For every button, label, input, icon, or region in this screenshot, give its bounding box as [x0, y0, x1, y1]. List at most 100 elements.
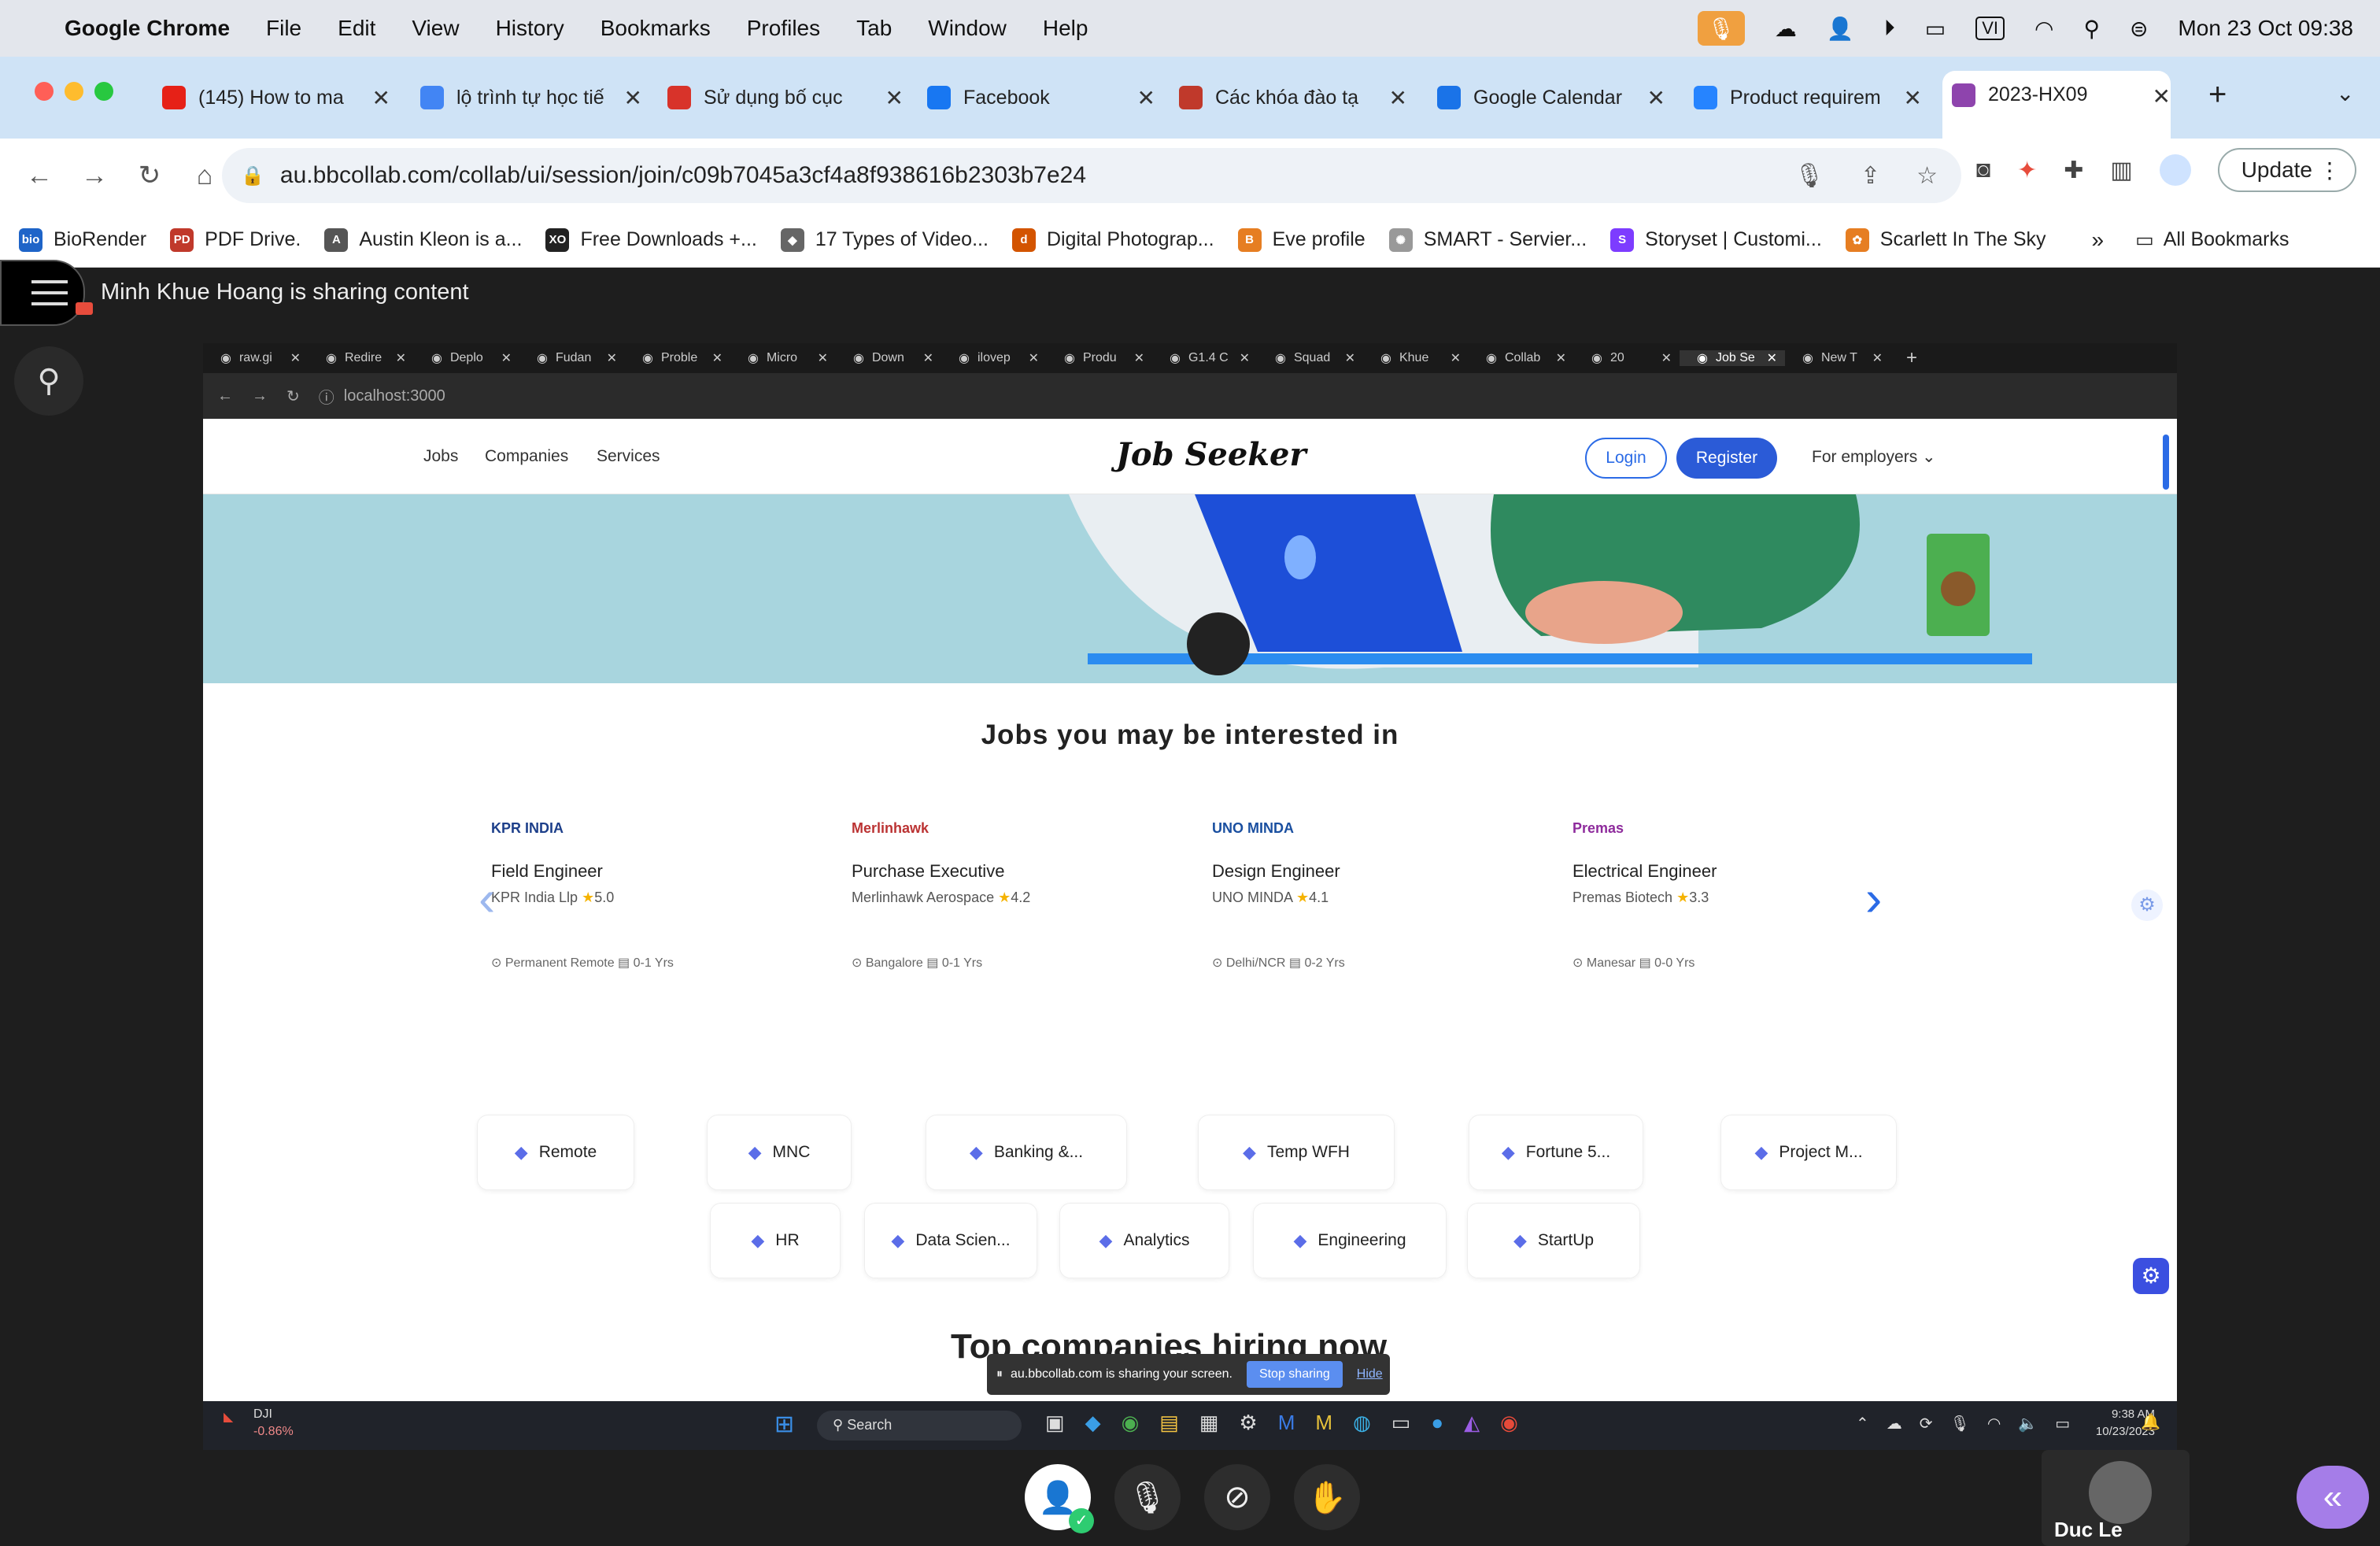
nav-services[interactable]: Services	[597, 447, 660, 466]
camera-off-button[interactable]: ⊘	[1204, 1464, 1270, 1530]
reload-button[interactable]: ↻	[134, 160, 165, 191]
tray-battery-icon[interactable]: ▭	[2055, 1414, 2070, 1433]
category-chip[interactable]: ◆ Analytics	[1059, 1203, 1229, 1278]
carousel-prev-icon[interactable]: ‹	[479, 869, 495, 927]
menu-profiles[interactable]: Profiles	[747, 16, 820, 41]
stock-name[interactable]: DJI	[253, 1407, 272, 1422]
tray-wifi-icon[interactable]: ◠	[1987, 1414, 2001, 1433]
close-tab-icon[interactable]: ✕	[712, 350, 722, 366]
control-center-icon[interactable]: ⊜	[2130, 16, 2148, 42]
wifi-icon[interactable]: ◠	[2034, 16, 2053, 42]
tab-5[interactable]: Google Calendar ✕	[1437, 77, 1665, 118]
site-logo[interactable]: Job Seeker	[1116, 436, 1306, 473]
microphone-off-button[interactable]: 🎙	[1114, 1464, 1181, 1530]
app-m2-icon[interactable]: M	[1315, 1411, 1332, 1435]
tab-7[interactable]: 2023-HX09 ✕	[1942, 71, 2171, 139]
menu-edit[interactable]: Edit	[338, 16, 375, 41]
close-tab-icon[interactable]: ✕	[1240, 350, 1250, 366]
inner-tab[interactable]: ◉ Fudan ✕	[519, 350, 625, 366]
login-button[interactable]: Login	[1585, 438, 1667, 479]
more-menu-icon[interactable]: ⋮	[2319, 157, 2341, 183]
close-tab-icon[interactable]: ✕	[1389, 85, 1407, 111]
bookmark-item[interactable]: d Digital Photograp...	[1011, 227, 1214, 252]
inner-tab[interactable]: ◉ Khue ✕	[1363, 350, 1469, 366]
taskbar-search[interactable]: ⚲ Search	[817, 1411, 1022, 1441]
clock[interactable]: Mon 23 Oct 09:38	[2178, 16, 2353, 41]
my-status-button[interactable]: 👤 ✓	[1025, 1464, 1094, 1533]
close-tab-icon[interactable]: ✕	[501, 350, 512, 366]
tab-search-icon[interactable]: ⌄	[2336, 80, 2354, 106]
settings-app-icon[interactable]: ⚙	[1239, 1411, 1257, 1435]
close-tab-icon[interactable]: ✕	[290, 350, 301, 366]
category-chip[interactable]: ◆ Temp WFH	[1198, 1115, 1395, 1190]
inner-tab[interactable]: ◉ Down ✕	[836, 350, 941, 366]
bookmark-star-icon[interactable]: ☆	[1916, 162, 1938, 190]
tab-6[interactable]: Product requirem ✕	[1694, 77, 1922, 118]
inner-tab[interactable]: ◉ Proble ✕	[625, 350, 730, 366]
lock-icon[interactable]: 🔒	[241, 165, 264, 187]
job-card[interactable]: Premas Electrical Engineer Premas Biotech …	[1572, 803, 1903, 971]
inner-reload-icon[interactable]: ↻	[286, 386, 300, 406]
close-tab-icon[interactable]: ✕	[923, 350, 933, 366]
category-chip[interactable]: ◆ HR	[710, 1203, 841, 1278]
tab-4[interactable]: Các khóa đào tạ ✕	[1179, 77, 1407, 118]
close-tab-icon[interactable]: ✕	[1029, 350, 1039, 366]
inner-tab[interactable]: ◉ Job Se ✕	[1680, 350, 1785, 366]
store-icon[interactable]: ▦	[1199, 1411, 1219, 1435]
tab-1[interactable]: lộ trình tự học tiế ✕	[420, 77, 642, 118]
battery-icon[interactable]: ▭	[1925, 16, 1946, 42]
inner-tab[interactable]: ◉ Redire ✕	[309, 350, 414, 366]
tray-mic-icon[interactable]: 🎙	[1950, 1414, 1970, 1433]
zoom-inspect-icon[interactable]: ⚲	[14, 346, 83, 416]
job-title[interactable]: Field Engineer	[491, 861, 822, 882]
cloud-icon[interactable]: ☁	[1775, 16, 1797, 42]
collab-menu-button[interactable]	[0, 260, 93, 326]
close-tab-icon[interactable]: ✕	[624, 85, 642, 111]
menu-history[interactable]: History	[496, 16, 564, 41]
settings-float-icon[interactable]: ⚙	[2131, 890, 2163, 921]
chrome-app-icon[interactable]: ◉	[1122, 1411, 1140, 1435]
bookmark-item[interactable]: bio BioRender	[19, 227, 146, 252]
minimize-window-button[interactable]	[65, 82, 83, 101]
tray-sync-icon[interactable]: ⟳	[1920, 1414, 1933, 1433]
bookmark-item[interactable]: ✿ Scarlett In The Sky	[1845, 227, 2046, 252]
stock-widget-icon[interactable]: ◣	[224, 1409, 233, 1425]
inner-tab[interactable]: ◉ Squad ✕	[1258, 350, 1363, 366]
inner-tab[interactable]: ◉ raw.gi ✕	[203, 350, 309, 366]
tab-0[interactable]: (145) How to ma ✕	[162, 77, 390, 118]
address-bar[interactable]: 🔒 au.bbcollab.com/collab/ui/session/join…	[222, 148, 1961, 203]
menu-bookmarks[interactable]: Bookmarks	[601, 16, 711, 41]
bookmark-item[interactable]: ◆ 17 Types of Video...	[780, 227, 989, 252]
forward-button[interactable]: →	[79, 161, 110, 191]
vscode-icon[interactable]: ◆	[1085, 1411, 1101, 1435]
nav-companies[interactable]: Companies	[485, 447, 568, 466]
page-scrollbar[interactable]	[2163, 435, 2169, 490]
category-chip[interactable]: ◆ Banking &...	[926, 1115, 1127, 1190]
close-tab-icon[interactable]: ✕	[1137, 85, 1155, 111]
app-m-icon[interactable]: M	[1278, 1411, 1295, 1435]
raise-hand-button[interactable]: ✋	[1294, 1464, 1360, 1530]
menu-tab[interactable]: Tab	[856, 16, 892, 41]
category-chip[interactable]: ◆ StartUp	[1467, 1203, 1640, 1278]
inner-tab[interactable]: ◉ Deplo ✕	[414, 350, 519, 366]
category-chip[interactable]: ◆ MNC	[707, 1115, 852, 1190]
accessibility-widget-icon[interactable]: ⚙	[2133, 1258, 2169, 1294]
visual-studio-icon[interactable]: ◭	[1464, 1411, 1480, 1435]
side-panel-icon[interactable]: ▥	[2110, 157, 2132, 184]
url-text[interactable]: au.bbcollab.com/collab/ui/session/join/c…	[280, 162, 1086, 189]
category-chip[interactable]: ◆ Remote	[477, 1115, 634, 1190]
inner-tab[interactable]: ◉ Produ ✕	[1047, 350, 1152, 366]
close-tab-icon[interactable]: ✕	[2153, 83, 2171, 109]
bookmark-item[interactable]: B Eve profile	[1237, 227, 1366, 252]
close-tab-icon[interactable]: ✕	[1661, 350, 1672, 366]
inner-info-icon[interactable]: ⓘ	[319, 385, 334, 408]
close-tab-icon[interactable]: ✕	[818, 350, 828, 366]
stop-sharing-button[interactable]: Stop sharing	[1246, 1361, 1343, 1388]
bookmark-item[interactable]: S Storyset | Customi...	[1610, 227, 1822, 252]
inner-tab[interactable]: ◉ Collab ✕	[1469, 350, 1574, 366]
close-tab-icon[interactable]: ✕	[1345, 350, 1355, 366]
participant-tile[interactable]: Duc Le	[2042, 1450, 2190, 1546]
terminal-icon[interactable]: ▭	[1391, 1411, 1411, 1435]
tray-volume-icon[interactable]: 🔈	[2018, 1414, 2038, 1433]
close-tab-icon[interactable]: ✕	[1556, 350, 1566, 366]
